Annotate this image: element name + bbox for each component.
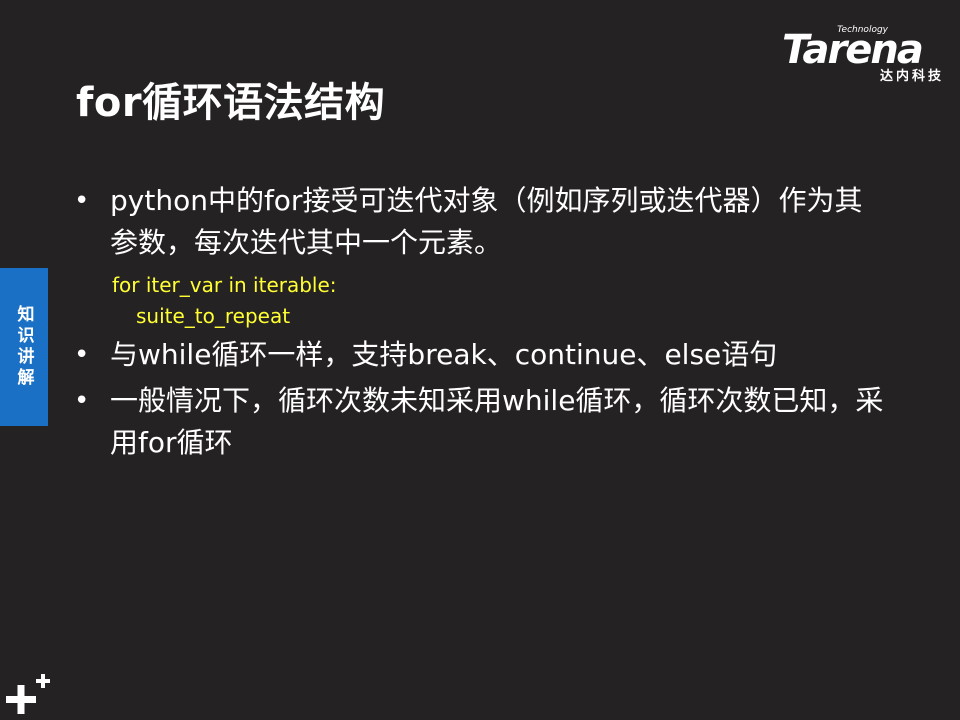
logo-wordmark: Tarena: [782, 27, 924, 73]
plus-decoration-icon: [6, 674, 50, 714]
bullet-dot-icon: •: [74, 186, 90, 216]
bullet-text: 一般情况下，循环次数未知采用while循环，循环次数已知，采用for循环: [110, 384, 884, 459]
bullet-dot-icon: •: [74, 340, 90, 370]
slide-title: for循环语法结构: [76, 80, 386, 126]
bullet-text: 与while循环一样，支持break、continue、else语句: [110, 338, 778, 371]
bullet-item: • 一般情况下，循环次数未知采用while循环，循环次数已知，采用for循环: [70, 380, 890, 464]
bullet-item: • 与while循环一样，支持break、continue、else语句: [70, 334, 890, 376]
bullet-dot-icon: •: [74, 386, 90, 416]
bullet-item: • python中的for接受可迭代对象（例如序列或迭代器）作为其参数，每次迭代…: [70, 180, 890, 264]
side-tab-label: 知识讲解: [13, 305, 34, 389]
slide-content: • python中的for接受可迭代对象（例如序列或迭代器）作为其参数，每次迭代…: [70, 180, 890, 464]
code-block: for iter_var in iterable: suite_to_repea…: [70, 270, 890, 332]
logo-chinese-text: 达内科技: [879, 69, 944, 84]
side-tab: 知识讲解: [0, 268, 48, 426]
code-line: for iter_var in iterable:: [112, 273, 337, 297]
bullet-text: python中的for接受可迭代对象（例如序列或迭代器）作为其参数，每次迭代其中…: [110, 184, 863, 259]
tarena-logo: Technology Tarena 达内科技: [782, 22, 948, 84]
code-line: suite_to_repeat: [136, 304, 291, 328]
